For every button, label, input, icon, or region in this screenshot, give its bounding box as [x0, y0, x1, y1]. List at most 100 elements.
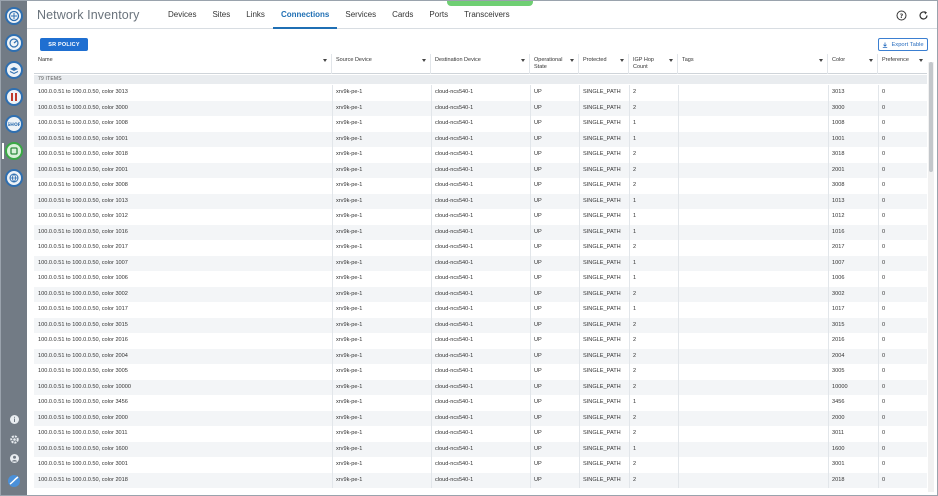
table-row[interactable]: 100.0.0.51 to 100.0.0.50, color 2000 xrv9…: [34, 410, 927, 426]
cell-dest: cloud-ncs540-1: [435, 321, 474, 328]
svg-text:SHOP: SHOP: [8, 122, 20, 128]
sort-icon[interactable]: [323, 59, 327, 62]
cell-source: xrv9k-pe-1: [336, 89, 363, 95]
table-row[interactable]: 100.0.0.51 to 100.0.0.50, color 2017 xrv9…: [34, 240, 927, 256]
table-row[interactable]: 100.0.0.51 to 100.0.0.50, color 3001 xrv9…: [34, 457, 927, 473]
sr-policy-button[interactable]: SR POLICY: [40, 38, 88, 51]
table-row[interactable]: 100.0.0.51 to 100.0.0.50, color 3005 xrv9…: [34, 364, 927, 380]
inventory-icon[interactable]: [5, 142, 23, 160]
info-icon[interactable]: [9, 414, 20, 425]
cell-dest: cloud-ncs540-1: [435, 244, 474, 250]
table-row[interactable]: 100.0.0.51 to 100.0.0.50, color 3008 xrv9…: [34, 178, 927, 194]
table-row[interactable]: 100.0.0.51 to 100.0.0.50, color 1013 xrv9…: [34, 193, 927, 209]
cell-tags: [678, 318, 828, 334]
table-row[interactable]: 100.0.0.51 to 100.0.0.50, color 2004 xrv9…: [34, 348, 927, 364]
cell-color: 3001: [832, 461, 845, 467]
cell-color: 3011: [832, 430, 845, 436]
gear-icon[interactable]: [9, 434, 20, 445]
table-row[interactable]: 100.0.0.51 to 100.0.0.50, color 1007 xrv9…: [34, 255, 927, 271]
cell-hops: 2: [633, 476, 637, 483]
user-icon[interactable]: [9, 453, 20, 464]
tab-devices[interactable]: Devices: [160, 1, 204, 29]
cell-dest: cloud-ncs540-1: [435, 213, 474, 219]
layers-icon[interactable]: [5, 61, 23, 79]
cell-tags: [678, 287, 828, 303]
cell-protected: SINGLE_PATH: [583, 399, 621, 405]
table-row[interactable]: 100.0.0.51 to 100.0.0.50, color 1001 xrv9…: [34, 131, 927, 147]
dashboard-icon[interactable]: [5, 34, 23, 52]
sort-icon[interactable]: [620, 59, 624, 62]
table-row[interactable]: 100.0.0.51 to 100.0.0.50, color 1017 xrv9…: [34, 302, 927, 318]
cell-protected: SINGLE_PATH: [583, 430, 621, 436]
cell-protected: SINGLE_PATH: [583, 197, 621, 204]
cell-color: 2004: [832, 352, 845, 359]
export-table-button[interactable]: Export Table: [878, 38, 928, 51]
table-row[interactable]: 100.0.0.51 to 100.0.0.50, color 1008 xrv9…: [34, 116, 927, 132]
sort-icon[interactable]: [422, 59, 426, 62]
cell-hops: 2: [633, 244, 637, 250]
tools-icon[interactable]: [5, 88, 23, 106]
cell-state: UP: [534, 476, 542, 483]
cisco-logo-icon[interactable]: [5, 7, 23, 25]
cell-color: 3018: [832, 151, 845, 157]
tab-cards[interactable]: Cards: [384, 1, 421, 29]
cell-source: xrv9k-pe-1: [336, 151, 363, 157]
table-row[interactable]: 100.0.0.51 to 100.0.0.50, color 1006 xrv9…: [34, 271, 927, 287]
col-header-tags[interactable]: Tags: [678, 54, 828, 74]
tab-sites[interactable]: Sites: [204, 1, 238, 29]
cell-source: xrv9k-pe-1: [336, 182, 363, 188]
table-row[interactable]: 100.0.0.51 to 100.0.0.50, color 1016 xrv9…: [34, 224, 927, 240]
table-row[interactable]: 100.0.0.51 to 100.0.0.50, color 3002 xrv9…: [34, 286, 927, 303]
refresh-icon[interactable]: [917, 9, 929, 21]
col-header-destination[interactable]: Destination Device: [431, 54, 530, 74]
tab-services[interactable]: Services: [337, 1, 384, 29]
table-row[interactable]: 100.0.0.51 to 100.0.0.50, color 3018 xrv9…: [34, 147, 927, 163]
tab-links[interactable]: Links: [238, 1, 273, 29]
table-row[interactable]: 100.0.0.51 to 100.0.0.50, color 2018 xrv9…: [34, 472, 927, 488]
table-row[interactable]: 100.0.0.51 to 100.0.0.50, color 1012 xrv9…: [34, 209, 927, 225]
table-row[interactable]: 100.0.0.51 to 100.0.0.50, color 3013 xrv9…: [34, 85, 927, 101]
help-icon[interactable]: ?: [895, 9, 907, 21]
sort-icon[interactable]: [869, 59, 873, 62]
sort-icon[interactable]: [819, 59, 823, 62]
shop-icon[interactable]: SHOP: [5, 115, 23, 133]
col-header-color[interactable]: Color: [828, 54, 878, 74]
sort-icon[interactable]: [521, 59, 525, 62]
cell-protected: SINGLE_PATH: [583, 151, 621, 157]
cell-pref: 0: [882, 228, 886, 235]
col-header-hops[interactable]: IGP Hop Count: [629, 54, 678, 74]
cell-name: 100.0.0.51 to 100.0.0.50, color 10000: [38, 383, 131, 390]
cell-hops: 1: [633, 445, 637, 452]
tab-connections[interactable]: Connections: [272, 1, 338, 29]
col-header-state[interactable]: Operational State: [530, 54, 579, 74]
table-row[interactable]: 100.0.0.51 to 100.0.0.50, color 2016 xrv9…: [34, 333, 927, 349]
globe-icon[interactable]: [5, 169, 23, 187]
sort-icon[interactable]: [919, 59, 923, 62]
table-row[interactable]: 100.0.0.51 to 100.0.0.50, color 3000 xrv9…: [34, 100, 927, 116]
tab-ports[interactable]: Ports: [421, 1, 456, 29]
table-row[interactable]: 100.0.0.51 to 100.0.0.50, color 10000 xrv…: [34, 379, 927, 395]
col-header-source[interactable]: Source Device: [332, 54, 431, 74]
cell-protected: SINGLE_PATH: [583, 104, 621, 111]
table-row[interactable]: 100.0.0.51 to 100.0.0.50, color 1600 xrv9…: [34, 441, 927, 457]
col-header-preference[interactable]: Preference: [878, 54, 927, 74]
vertical-scrollbar-thumb[interactable]: [929, 62, 933, 172]
cell-hops: 2: [633, 182, 637, 188]
cell-tags: [678, 163, 828, 179]
table-row[interactable]: 100.0.0.51 to 100.0.0.50, color 3015 xrv9…: [34, 317, 927, 334]
cell-state: UP: [534, 275, 542, 281]
table-row[interactable]: 100.0.0.51 to 100.0.0.50, color 3456 xrv9…: [34, 395, 927, 411]
cell-pref: 0: [882, 259, 886, 266]
cell-color: 3000: [832, 104, 845, 111]
col-header-name[interactable]: Name: [34, 54, 332, 74]
item-count: 79 ITEMS: [34, 75, 927, 84]
sort-icon[interactable]: [570, 59, 574, 62]
cell-hops: 1: [633, 197, 637, 204]
table-row[interactable]: 100.0.0.51 to 100.0.0.50, color 3011 xrv9…: [34, 426, 927, 442]
table-row[interactable]: 100.0.0.51 to 100.0.0.50, color 2001 xrv9…: [34, 162, 927, 179]
cell-state: UP: [534, 151, 542, 157]
col-header-protected[interactable]: Protected: [579, 54, 629, 74]
tab-transceivers[interactable]: Transceivers: [456, 1, 518, 29]
cell-tags: [678, 116, 828, 132]
sort-icon[interactable]: [669, 59, 673, 62]
